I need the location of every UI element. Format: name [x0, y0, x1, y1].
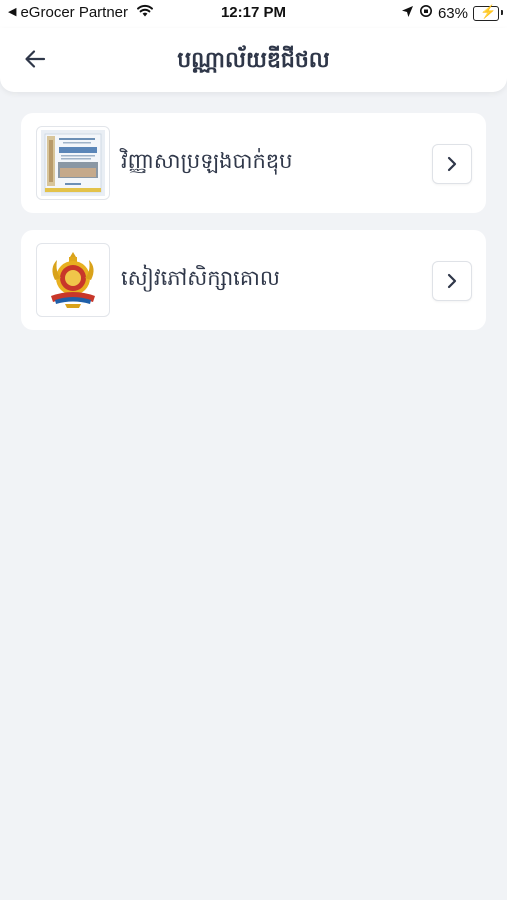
open-button[interactable]: [432, 261, 472, 301]
list-item-label: វិញ្ញាសាប្រឡងបាក់ឌុប: [121, 148, 293, 173]
open-button[interactable]: [432, 144, 472, 184]
ministry-emblem-icon: [36, 243, 110, 317]
battery-percent: 63%: [437, 4, 468, 22]
chevron-right-icon: [447, 273, 457, 289]
location-arrow-icon: [401, 5, 414, 22]
app-header: បណ្ណាល័យឌីជីថល: [0, 28, 507, 92]
list-item-label: សៀវភៅសិក្សាគោល: [121, 265, 280, 290]
orientation-lock-icon: [419, 4, 433, 22]
battery-icon: ⚡: [473, 4, 503, 21]
chevron-right-icon: [447, 156, 457, 172]
exam-book-cover-icon: [36, 126, 110, 200]
status-bar: ◀ eGrocer Partner 12:17 PM 63% ⚡: [0, 0, 507, 28]
list-item-exam-papers[interactable]: វិញ្ញាសាប្រឡងបាក់ឌុប: [21, 113, 486, 213]
list-item-textbooks[interactable]: សៀវភៅសិក្សាគោល: [21, 230, 486, 330]
page-title: បណ្ណាល័យឌីជីថល: [177, 48, 330, 73]
status-bar-right: 63% ⚡: [401, 4, 503, 22]
